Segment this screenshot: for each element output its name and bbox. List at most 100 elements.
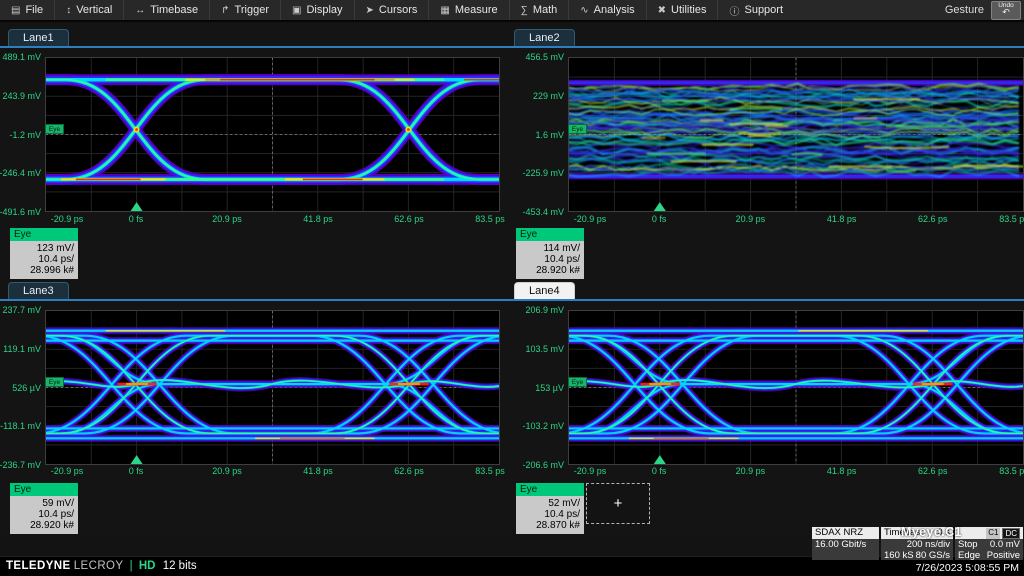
timebase-perdiv: 200 ns/div	[907, 540, 950, 551]
support-icon: ⓘ	[729, 3, 739, 18]
display-icon: ▣	[292, 5, 301, 16]
descriptor-values: 59 mV/10.4 ps/28.920 k#	[10, 496, 78, 534]
x-tick-label: 83.5 ps	[999, 214, 1024, 224]
y-tick-label: 237.7 mV	[2, 305, 41, 315]
x-tick-label: -20.9 ps	[574, 214, 607, 224]
tab-lane4[interactable]: Lane4	[514, 282, 575, 299]
trace-marker-lane4[interactable]: Eye	[568, 377, 587, 387]
menu-item-support[interactable]: ⓘSupport	[717, 0, 794, 20]
menu-item-math[interactable]: ∑Math	[509, 0, 569, 20]
descriptor-line: 52 mV/	[520, 498, 580, 509]
y-tick-label: -206.6 mV	[522, 460, 564, 470]
menu-item-label: Utilities	[671, 4, 706, 16]
menu-item-timebase[interactable]: ↔Timebase	[123, 0, 209, 20]
descriptor-line: 123 mV/	[14, 243, 74, 254]
x-tick-label: 41.8 ps	[303, 466, 333, 476]
brand-logo: TELEDYNE LECROY | HD 12 bits	[6, 560, 197, 572]
y-tick-label: -1.2 mV	[9, 130, 41, 140]
descriptor-title: Eye	[10, 483, 78, 496]
timebase-offset: 0 s	[937, 527, 950, 539]
menu-item-analysis[interactable]: ∿Analysis	[568, 0, 645, 20]
menu-item-utilities[interactable]: ✖ Utilities	[646, 0, 718, 20]
x-tick-label: 20.9 ps	[212, 466, 242, 476]
x-tick-label: 62.6 ps	[918, 466, 948, 476]
trigger-source-badge: C1	[986, 528, 1000, 539]
tab-lane3[interactable]: Lane3	[8, 282, 69, 299]
timebase-title: Timebase	[884, 527, 925, 539]
y-tick-label: -453.4 mV	[522, 207, 564, 217]
trigger-mode: Stop	[958, 540, 978, 551]
menu-bar: ▤File↕Vertical↔Timebase↱Trigger▣Display➤…	[0, 0, 1024, 22]
trigger-slope: Positive	[987, 551, 1020, 562]
descriptor-lane1[interactable]: Eye123 mV/10.4 ps/28.996 k#	[10, 228, 78, 279]
graticule-lane2[interactable]: Eye	[568, 57, 1024, 212]
descriptor-lane3[interactable]: Eye59 mV/10.4 ps/28.920 k#	[10, 483, 78, 534]
descriptor-line: 28.920 k#	[520, 265, 580, 276]
menu-item-label: File	[25, 4, 43, 16]
y-tick-label: 456.5 mV	[525, 52, 564, 62]
descriptor-lane4[interactable]: Eye52 mV/10.4 ps/28.870 k#	[516, 483, 584, 534]
descriptor-line: 59 mV/	[14, 498, 74, 509]
undo-button[interactable]: Undo ↶	[991, 1, 1021, 20]
timebase-status-box[interactable]: Timebase 0 s 200 ns/div 160 kS80 GS/s	[881, 527, 953, 560]
undo-arrow-icon: ↶	[992, 8, 1020, 17]
x-tick-label: 62.6 ps	[918, 214, 948, 224]
x-tick-label: 0 fs	[652, 466, 667, 476]
panel-lane1: Lane1 489.1 mV243.9 mV-1.2 mV-246.4 mV-49…	[0, 26, 506, 276]
graticule-lane1[interactable]: Eye	[45, 57, 500, 212]
y-tick-label: 119.1 mV	[3, 344, 41, 354]
tabstrip-lane2: Lane2	[506, 28, 1024, 48]
trace-marker-lane2[interactable]: Eye	[568, 124, 587, 134]
menu-item-file[interactable]: ▤File	[0, 0, 54, 20]
descriptor-line: 10.4 ps/	[520, 254, 580, 265]
tabstrip-lane4: Lane4	[506, 281, 1024, 301]
clock: 7/26/2023 5:08:55 PM	[916, 562, 1019, 574]
menu-item-trigger[interactable]: ↱Trigger	[209, 0, 280, 20]
x-tick-label: 41.8 ps	[827, 466, 857, 476]
descriptor-title: Eye	[516, 483, 584, 496]
sda-status-box[interactable]: SDAX NRZ 16.00 Gbit/s	[812, 527, 879, 560]
trigger-coupling-badge: DC	[1002, 528, 1020, 539]
x-tick-label: 41.8 ps	[827, 214, 857, 224]
x-tick-label: 41.8 ps	[303, 214, 333, 224]
y-tick-label: 229 mV	[533, 91, 564, 101]
x-tick-label: -20.9 ps	[51, 214, 84, 224]
y-tick-label: 489.1 mV	[2, 52, 41, 62]
y-tick-label: -118.1 mV	[0, 421, 41, 431]
tab-lane2[interactable]: Lane2	[514, 29, 575, 46]
utilities-icon: ✖	[658, 5, 666, 16]
y-tick-label: -236.7 mV	[0, 460, 41, 470]
brand-teledyne: TELEDYNE	[6, 560, 71, 572]
x-tick-label: -20.9 ps	[574, 466, 607, 476]
y-axis-lane2: 456.5 mV229 mV1.6 mV-225.9 mV-453.4 mV	[506, 57, 568, 212]
menu-item-display[interactable]: ▣Display	[280, 0, 354, 20]
trace-marker-lane1[interactable]: Eye	[45, 124, 64, 134]
y-tick-label: 1.6 mV	[535, 130, 564, 140]
graticule-lane4[interactable]: Eye	[568, 310, 1024, 465]
menu-item-cursors[interactable]: ➤Cursors	[354, 0, 429, 20]
y-tick-label: 206.9 mV	[525, 305, 564, 315]
y-tick-label: 526 µV	[12, 383, 41, 393]
menu-item-measure[interactable]: ▦Measure	[428, 0, 508, 20]
trace-marker-lane3[interactable]: Eye	[45, 377, 64, 387]
analysis-icon: ∿	[580, 5, 588, 16]
trigger-level: 0.0 mV	[990, 540, 1020, 551]
add-trace-box[interactable]: +	[586, 483, 650, 524]
y-tick-label: -491.6 mV	[0, 207, 41, 217]
brand-lecroy: LECROY	[74, 560, 124, 572]
vertical-icon: ↕	[66, 5, 71, 16]
graticule-lane3[interactable]: Eye	[45, 310, 500, 465]
y-axis-lane1: 489.1 mV243.9 mV-1.2 mV-246.4 mV-491.6 m…	[0, 57, 45, 212]
descriptor-lane2[interactable]: Eye114 mV/10.4 ps/28.920 k#	[516, 228, 584, 279]
menu-item-label: Math	[533, 4, 557, 16]
y-tick-label: 103.5 mV	[525, 344, 564, 354]
tabstrip-lane3: Lane3	[0, 281, 506, 301]
y-tick-label: -103.2 mV	[522, 421, 564, 431]
descriptor-line: 28.920 k#	[14, 520, 74, 531]
menu-item-vertical[interactable]: ↕Vertical	[54, 0, 123, 20]
x-tick-label: 0 fs	[129, 466, 144, 476]
trigger-status-box[interactable]: C1 DC Stop0.0 mV EdgePositive	[955, 527, 1023, 560]
tab-lane1[interactable]: Lane1	[8, 29, 69, 46]
menu-item-label: Cursors	[379, 4, 418, 16]
descriptor-values: 114 mV/10.4 ps/28.920 k#	[516, 241, 584, 279]
